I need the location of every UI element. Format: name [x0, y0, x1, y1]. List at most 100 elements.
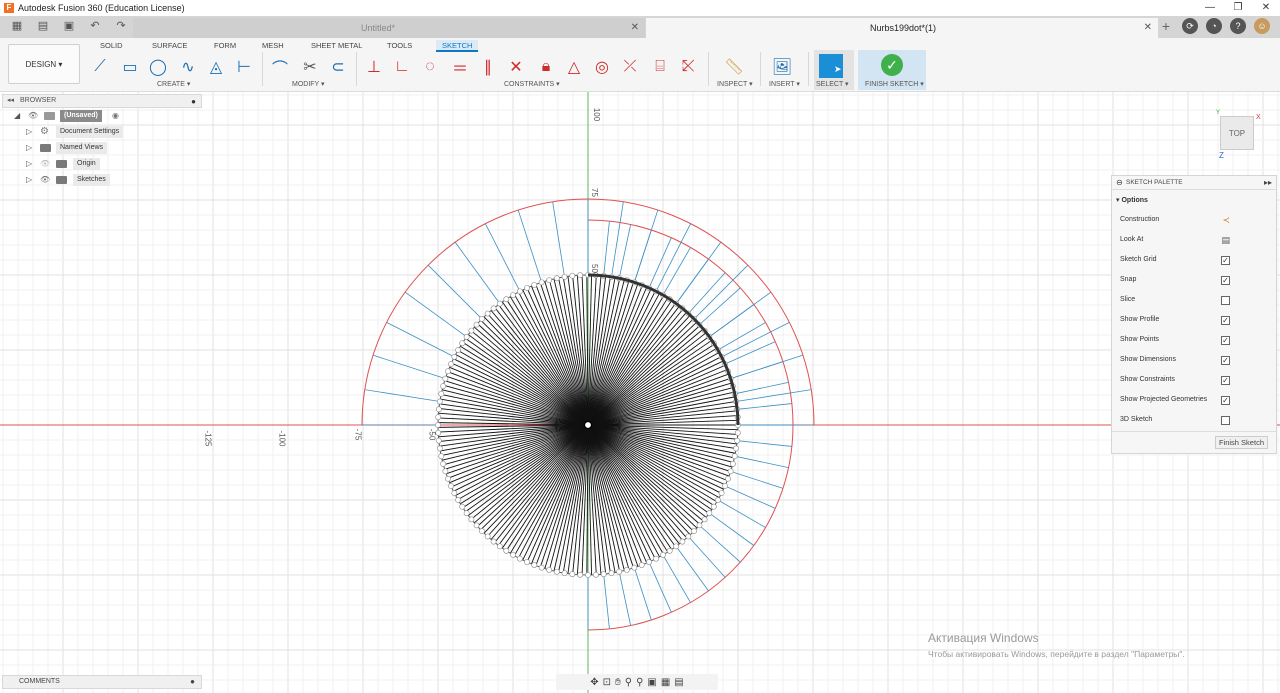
tab-nurbs199dot[interactable]: Nurbs199dot*(1) ✕	[646, 18, 1158, 38]
tab-sheet-metal[interactable]: SHEET METAL	[311, 40, 362, 52]
tab-surface[interactable]: SURFACE	[152, 40, 187, 52]
pin-icon[interactable]: ●	[191, 96, 196, 108]
palette-option-show-constraints[interactable]: Show Constraints ✓	[1112, 370, 1276, 390]
concentric-constraint-icon[interactable]: ◎	[590, 56, 614, 78]
comments-panel[interactable]: COMMENTS ●	[2, 675, 202, 689]
checkbox[interactable]: ✓	[1221, 316, 1230, 325]
fix-constraint-icon[interactable]: 🔒︎	[534, 56, 558, 78]
browser-header[interactable]: ◂◂ BROWSER ●	[2, 94, 202, 108]
close-icon[interactable]: ✕	[1252, 0, 1280, 16]
expand-right-icon[interactable]: ▷	[26, 156, 32, 172]
expand-palette-icon[interactable]: ▸▸	[1264, 176, 1272, 190]
inspect-menu[interactable]: INSPECT ▾	[717, 80, 753, 88]
browser-item-document-settings[interactable]: ▷ ⚙ Document Settings	[2, 124, 202, 140]
palette-option-3d-sketch[interactable]: 3D Sketch	[1112, 410, 1276, 430]
palette-option-show-dimensions[interactable]: Show Dimensions ✓	[1112, 350, 1276, 370]
parallel-constraint-icon[interactable]: ∥	[476, 56, 500, 78]
grid-settings-icon[interactable]: ▦	[661, 677, 670, 688]
palette-option-show-profile[interactable]: Show Profile ✓	[1112, 310, 1276, 330]
coincident-constraint-icon[interactable]: ⊥	[362, 56, 386, 78]
browser-item-sketches[interactable]: ▷ 👁︎ Sketches	[2, 172, 202, 188]
checkbox[interactable]: ✓	[1221, 396, 1230, 405]
palette-option-slice[interactable]: Slice	[1112, 290, 1276, 310]
construction-icon[interactable]: ≺	[1222, 210, 1230, 230]
redo-icon[interactable]: ↷	[110, 19, 132, 32]
hidden-eye-icon[interactable]: 👁︎	[40, 156, 50, 172]
perpendicular-constraint-icon[interactable]: ∟	[390, 56, 414, 78]
close-tab-icon[interactable]: ✕	[1144, 18, 1152, 38]
curvature-constraint-icon[interactable]: ⤪	[676, 56, 700, 78]
file-icon[interactable]: ▤	[32, 19, 54, 32]
palette-option-sketch-grid[interactable]: Sketch Grid ✓	[1112, 250, 1276, 270]
rectangle-tool-icon[interactable]: ▭	[118, 56, 142, 78]
checkbox[interactable]: ✓	[1221, 336, 1230, 345]
polygon-tool-icon[interactable]: ◬	[204, 56, 228, 78]
close-tab-icon[interactable]: ✕	[631, 18, 639, 38]
browser-item-origin[interactable]: ▷ 👁︎ Origin	[2, 156, 202, 172]
checkbox[interactable]	[1221, 416, 1230, 425]
checkbox[interactable]: ✓	[1221, 376, 1230, 385]
select-menu[interactable]: SELECT ▾	[816, 80, 849, 88]
midpoint-constraint-icon[interactable]: ⤫	[618, 56, 642, 78]
offset-tool-icon[interactable]: ⊂	[326, 56, 350, 78]
new-tab-icon[interactable]: +	[1158, 18, 1174, 34]
palette-option-show-projected-geometries[interactable]: Show Projected Geometries ✓	[1112, 390, 1276, 410]
collapse-icon[interactable]: ◂◂	[7, 97, 14, 104]
finish-sketch-check-icon[interactable]: ✓	[881, 54, 903, 76]
finish-sketch-menu[interactable]: FINISH SKETCH ▾	[865, 80, 924, 88]
visibility-eye-icon[interactable]: 👁︎	[28, 108, 38, 124]
tangent-constraint-icon[interactable]: ◌	[418, 56, 442, 78]
triangle-constraint-icon[interactable]: △	[562, 56, 586, 78]
workspace-switcher[interactable]: DESIGN ▾	[8, 44, 80, 84]
expand-right-icon[interactable]: ▷	[26, 140, 32, 156]
viewports-icon[interactable]: ▤	[674, 677, 683, 688]
constraints-menu[interactable]: CONSTRAINTS ▾	[504, 80, 560, 88]
job-status-icon[interactable]: ⟳	[1182, 18, 1198, 34]
insert-menu[interactable]: INSERT ▾	[769, 80, 800, 88]
viewcube[interactable]: TOP	[1220, 116, 1254, 150]
tab-mesh[interactable]: MESH	[262, 40, 284, 52]
trim-tool-icon[interactable]: ✂	[298, 56, 322, 78]
visibility-eye-icon[interactable]: 👁︎	[40, 172, 50, 188]
modify-menu[interactable]: MODIFY ▾	[292, 80, 325, 88]
zoom-icon[interactable]: ⚲	[625, 677, 632, 688]
line-tool-icon[interactable]: ⟋	[88, 56, 112, 78]
minimize-icon[interactable]: —	[1196, 0, 1224, 16]
options-section[interactable]: ▾ Options	[1112, 190, 1276, 210]
palette-header[interactable]: ⊖ SKETCH PALETTE ▸▸	[1112, 176, 1276, 190]
dimension-tool-icon[interactable]: ⊢	[232, 56, 256, 78]
expand-down-icon[interactable]: ◢	[14, 108, 20, 124]
help-icon[interactable]: ?	[1230, 18, 1246, 34]
spline-tool-icon[interactable]: ∿	[176, 56, 200, 78]
palette-option-snap[interactable]: Snap ✓	[1112, 270, 1276, 290]
activate-radio-icon[interactable]: ◉	[112, 108, 119, 124]
finish-sketch-button[interactable]: Finish Sketch	[1214, 436, 1268, 449]
restore-icon[interactable]: ❐	[1224, 0, 1252, 16]
user-avatar[interactable]: ☺	[1254, 18, 1270, 34]
tab-sketch[interactable]: SKETCH	[436, 40, 479, 52]
tab-tools[interactable]: TOOLS	[387, 40, 412, 52]
palette-toggle-icon[interactable]: ⊖	[1116, 176, 1123, 190]
look-at-icon[interactable]: ▤	[1221, 230, 1230, 250]
expand-right-icon[interactable]: ▷	[26, 172, 32, 188]
undo-icon[interactable]: ↶	[84, 19, 106, 32]
pan-icon[interactable]: ✋︎	[615, 677, 621, 688]
circle-tool-icon[interactable]: ◯	[146, 56, 170, 78]
equal-constraint-icon[interactable]: ＝	[448, 56, 472, 78]
collinear-constraint-icon[interactable]: ✕	[504, 56, 528, 78]
checkbox[interactable]	[1221, 296, 1230, 305]
checkbox[interactable]: ✓	[1221, 356, 1230, 365]
checkbox[interactable]: ✓	[1221, 256, 1230, 265]
create-menu[interactable]: CREATE ▾	[157, 80, 190, 88]
tab-solid[interactable]: SOLID	[100, 40, 123, 52]
measure-tool-icon[interactable]: 📏︎	[722, 56, 746, 78]
tab-untitled[interactable]: Untitled* ✕	[133, 18, 645, 38]
browser-root[interactable]: ◢ 👁︎ (Unsaved) ◉	[2, 108, 202, 124]
pin-icon[interactable]: ●	[190, 676, 195, 688]
orbit-icon[interactable]: ✥	[590, 677, 598, 688]
insert-image-icon[interactable]: 🖼︎	[770, 56, 794, 78]
notifications-icon[interactable]: ◔	[1206, 18, 1222, 34]
fillet-tool-icon[interactable]: ⌒	[268, 56, 292, 78]
display-settings-icon[interactable]: ▣	[647, 677, 656, 688]
expand-right-icon[interactable]: ▷	[26, 124, 32, 140]
